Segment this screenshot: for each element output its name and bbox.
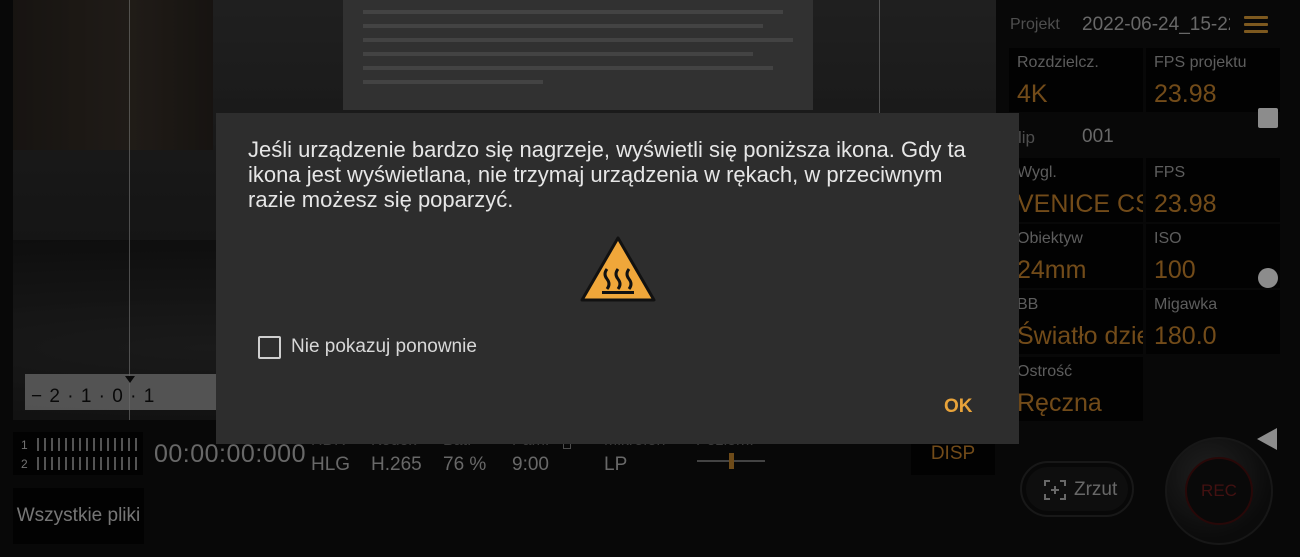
overheat-warning-dialog: Jeśli urządzenie bardzo się nagrzeje, wy… (216, 113, 1019, 444)
dont-show-again-checkbox[interactable] (258, 336, 281, 359)
overheat-warning-icon (580, 236, 656, 302)
dont-show-again-label[interactable]: Nie pokazuj ponownie (291, 336, 477, 358)
dialog-message: Jeśli urządzenie bardzo się nagrzeje, wy… (248, 137, 966, 212)
ok-button[interactable]: OK (938, 394, 979, 420)
